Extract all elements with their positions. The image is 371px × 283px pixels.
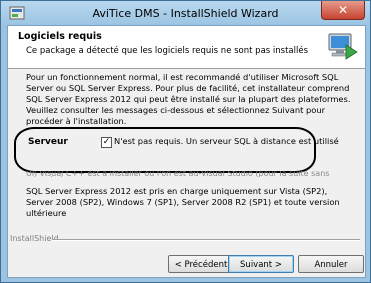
installer-window: AviTice DMS - InstallShield Wizard ✕ Log… (0, 0, 371, 283)
page-subtitle: Ce package a détecté que les logiciels r… (26, 46, 309, 56)
cancel-button[interactable]: Annuler (298, 255, 364, 273)
remote-sql-checkbox[interactable]: ✓ (101, 137, 112, 148)
page-title: Logiciels requis (18, 31, 102, 42)
dialog-client-area: Logiciels requis Ce package a détecté qu… (7, 25, 366, 278)
server-label: Serveur (28, 137, 68, 147)
close-button[interactable]: ✕ (321, 1, 365, 20)
remote-sql-checkbox-label[interactable]: N'est pas requis. Un serveur SQL à dista… (114, 136, 339, 146)
intro-text: Pour un fonctionnement normal, il est re… (26, 72, 351, 126)
next-button[interactable]: Suivant > (228, 255, 294, 273)
server-requirement-row: Serveur ✓ N'est pas requis. Un serveur S… (14, 127, 339, 173)
computer-install-icon (328, 33, 358, 60)
footer-separator (52, 239, 360, 241)
dialog-header: Logiciels requis Ce package a détecté qu… (8, 26, 365, 69)
title-bar[interactable]: AviTice DMS - InstallShield Wizard ✕ (1, 1, 370, 25)
sql-support-text: SQL Server Express 2012 est pris en char… (26, 186, 340, 218)
clipped-requirement-text: Un Visual C++ est à installer ou l'on es… (26, 171, 330, 177)
window-title: AviTice DMS - InstallShield Wizard (92, 7, 279, 20)
previous-button[interactable]: < Précédent (168, 255, 234, 273)
